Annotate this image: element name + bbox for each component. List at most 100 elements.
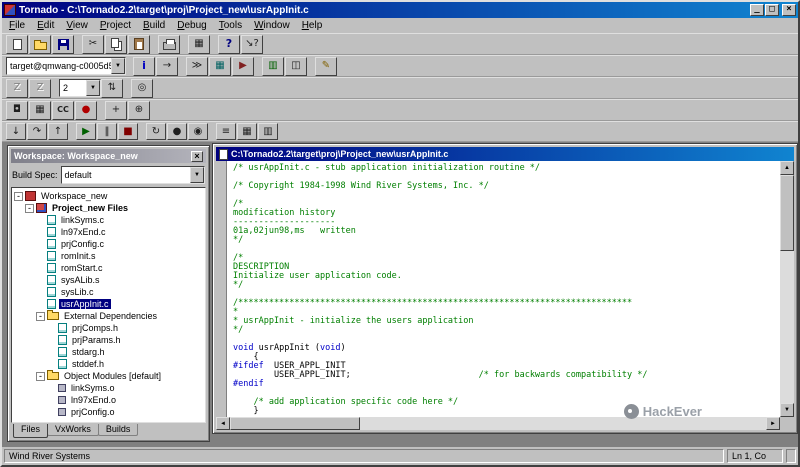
open-file-button[interactable] [29, 34, 51, 54]
collapse-toggle-icon[interactable]: - [25, 203, 34, 213]
tree-item-linksyms-o[interactable]: linkSyms.o [12, 382, 205, 394]
step-into-button[interactable]: ↓ [6, 123, 26, 140]
help-button[interactable]: ? [218, 34, 240, 54]
navigate-stack-button[interactable]: ⇅ [101, 78, 123, 98]
tree-item-romstart-c[interactable]: romStart.c [12, 262, 205, 274]
launch-shell-button[interactable]: ≫ [186, 56, 208, 76]
tree-item-usrappinit-c[interactable]: usrAppInit.c [12, 298, 205, 310]
minimize-button[interactable]: _ [750, 4, 764, 16]
target-lock-button[interactable]: ◘ [6, 100, 28, 120]
menu-view[interactable]: View [60, 19, 94, 32]
new-file-button[interactable] [6, 34, 28, 54]
close-button[interactable]: × [782, 4, 796, 16]
tab-builds[interactable]: Builds [97, 424, 139, 436]
tree-item-prjparams-h[interactable]: prjParams.h [12, 334, 205, 346]
breakpoint-gutter[interactable] [216, 161, 227, 417]
tree-item-rominit-s[interactable]: romInit.s [12, 250, 205, 262]
tree-item-object-modules-default[interactable]: - Object Modules [default] [12, 370, 205, 382]
paste-button[interactable] [128, 34, 150, 54]
context-help-button[interactable]: ↘? [241, 34, 263, 54]
tab-files[interactable]: Files [13, 424, 49, 438]
menu-tools[interactable]: Tools [213, 19, 248, 32]
context-help-icon: ↘? [245, 38, 259, 49]
workspace-toggle-button[interactable]: ▦ [188, 34, 210, 54]
vertical-scrollbar[interactable]: ▲ ▼ [780, 161, 794, 417]
step-out-button[interactable]: ↑ [48, 123, 68, 140]
collapse-toggle-icon[interactable]: - [36, 311, 45, 321]
code-coverage-button[interactable]: CC [52, 100, 74, 120]
scroll-up-icon[interactable]: ▲ [780, 161, 794, 175]
tree-item-stddef-h[interactable]: stddef.h [12, 358, 205, 370]
redo-button[interactable]: Z [29, 78, 51, 98]
run-button[interactable]: ▶ [76, 123, 96, 140]
browser-button[interactable]: ▦ [209, 56, 231, 76]
editor-button[interactable]: ✎ [315, 56, 337, 76]
maximize-button[interactable]: □ [765, 4, 779, 16]
history-selector[interactable]: 2 ▼ [59, 79, 101, 97]
collapse-toggle-icon[interactable]: - [36, 371, 45, 381]
chevron-down-icon[interactable]: ▼ [190, 167, 204, 183]
menu-file[interactable]: File [3, 19, 31, 32]
tree-item-external-dependencies[interactable]: - External Dependencies [12, 310, 205, 322]
undo-button[interactable]: Z [6, 78, 28, 98]
target-info-button[interactable]: i [133, 56, 155, 76]
pause-button[interactable]: ‖ [97, 123, 117, 140]
find-symbol-button[interactable]: ◎ [131, 78, 153, 98]
tree-item-stdarg-h[interactable]: stdarg.h [12, 346, 205, 358]
tree-item-linksyms-c[interactable]: linkSyms.c [12, 214, 205, 226]
memory-view-button[interactable]: ▦ [29, 100, 51, 120]
tree-item-workspace-new[interactable]: - Workspace_new [12, 190, 205, 202]
menu-project[interactable]: Project [94, 19, 137, 32]
tree-item-ln97xend-o[interactable]: ln97xEnd.o [12, 394, 205, 406]
copy-button[interactable] [105, 34, 127, 54]
save-button[interactable] [52, 34, 74, 54]
windview-button[interactable]: ▥ [262, 56, 284, 76]
menu-debug[interactable]: Debug [171, 19, 212, 32]
cut-button[interactable]: ✂ [82, 34, 104, 54]
attach-target-button[interactable]: → [156, 56, 178, 76]
vertical-scrollbar-track[interactable] [780, 251, 794, 403]
horizontal-scrollbar-thumb[interactable] [230, 417, 360, 430]
vertical-scrollbar-thumb[interactable] [780, 175, 794, 251]
tree-item-sysalib-s[interactable]: sysALib.s [12, 274, 205, 286]
build-spec-combo[interactable]: default ▼ [60, 166, 205, 184]
configure-button[interactable]: ⊕ [128, 100, 150, 120]
tree-item-prjconfig-c[interactable]: prjConfig.c [12, 238, 205, 250]
horizontal-scrollbar-track[interactable] [360, 417, 766, 430]
memory-button[interactable]: ▦ [237, 123, 257, 140]
menu-window[interactable]: Window [248, 19, 296, 32]
workspace-close-button[interactable]: × [191, 150, 203, 162]
stop-button[interactable]: ■ [118, 123, 138, 140]
scroll-down-icon[interactable]: ▼ [780, 403, 794, 417]
watch-button[interactable]: ◉ [188, 123, 208, 140]
tab-vxworks[interactable]: VxWorks [47, 424, 99, 436]
chevron-down-icon[interactable]: ▼ [86, 80, 100, 96]
chevron-down-icon[interactable]: ▼ [111, 58, 125, 74]
menu-build[interactable]: Build [137, 19, 171, 32]
breakpoint-button[interactable]: ● [167, 123, 187, 140]
step-over-button[interactable]: ↷ [27, 123, 47, 140]
target-selector[interactable]: target@qmwang-c0005d5 ▼ [6, 57, 126, 75]
print-button[interactable] [158, 34, 180, 54]
tree-item-syslib-c[interactable]: sysLib.c [12, 286, 205, 298]
tree-item-project-new-files[interactable]: - Project_new Files [12, 202, 205, 214]
scroll-left-icon[interactable]: ◄ [216, 417, 230, 430]
horizontal-scrollbar[interactable]: ◄ ► [216, 417, 794, 430]
add-watch-button[interactable]: + [105, 100, 127, 120]
registers-button[interactable]: ▥ [258, 123, 278, 140]
stack-button[interactable]: ≡ [216, 123, 236, 140]
registry-button[interactable]: ◫ [285, 56, 307, 76]
restart-button[interactable]: ↻ [146, 123, 166, 140]
editor-title-bar[interactable]: C:\Tornado2.2\target\proj\Project_new\us… [216, 147, 794, 161]
workspace-title-bar[interactable]: Workspace: Workspace_new × [11, 149, 206, 163]
scroll-right-icon[interactable]: ► [766, 417, 780, 430]
code-area[interactable]: /* usrAppInit.c - stub application initi… [227, 161, 780, 417]
menu-help[interactable]: Help [296, 19, 329, 32]
tree-item-prjcomps-h[interactable]: prjComps.h [12, 322, 205, 334]
record-button[interactable]: ● [75, 100, 97, 120]
tree-item-ln97xend-c[interactable]: ln97xEnd.c [12, 226, 205, 238]
menu-edit[interactable]: Edit [31, 19, 60, 32]
collapse-toggle-icon[interactable]: - [14, 191, 23, 201]
tree-item-prjconfig-o[interactable]: prjConfig.o [12, 406, 205, 418]
debugger-button[interactable]: ▶ [232, 56, 254, 76]
